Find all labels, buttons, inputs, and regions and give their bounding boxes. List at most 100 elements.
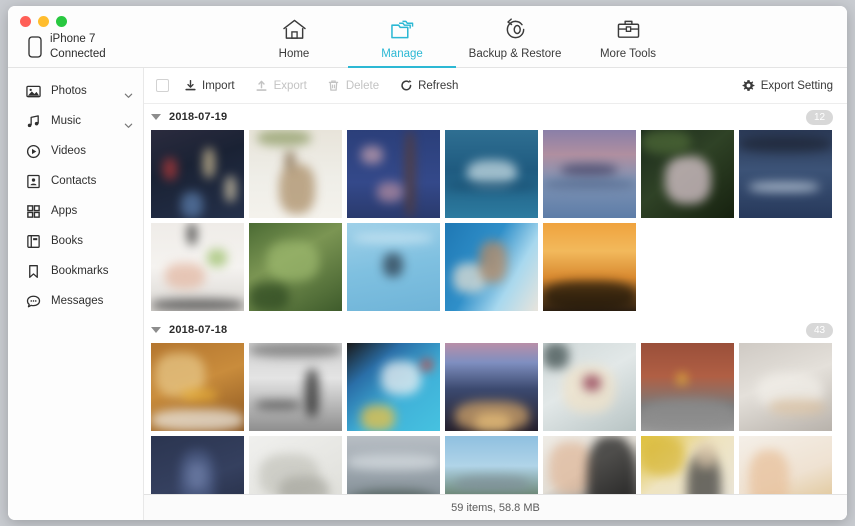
tab-home[interactable]: Home <box>240 6 348 68</box>
photo-thumbnail[interactable] <box>445 130 538 218</box>
photo-thumbnail[interactable] <box>249 130 342 218</box>
photo-detail <box>377 182 403 202</box>
export-label: Export <box>273 79 307 92</box>
sidebar-item-contacts[interactable]: Contacts <box>8 166 143 196</box>
toolbox-icon <box>616 16 641 42</box>
collapse-caret-icon[interactable] <box>151 114 161 120</box>
photo-detail <box>187 462 207 490</box>
photo-detail <box>279 164 315 214</box>
import-button[interactable]: Import <box>183 79 235 93</box>
photo-detail <box>267 241 319 281</box>
refresh-button[interactable]: Refresh <box>399 79 458 93</box>
refresh-label: Refresh <box>418 79 459 92</box>
photo-thumbnail[interactable] <box>347 130 440 218</box>
photo-thumbnail[interactable] <box>739 436 832 494</box>
photo-thumbnail[interactable] <box>151 436 244 494</box>
photo-detail <box>665 156 711 204</box>
photo-thumbnail[interactable] <box>641 343 734 431</box>
photo-thumbnail[interactable] <box>739 343 832 431</box>
tab-manage-label: Manage <box>381 48 423 60</box>
photo-thumbnail[interactable] <box>249 343 342 431</box>
tab-more-tools[interactable]: More Tools <box>574 6 682 68</box>
photo-detail <box>249 283 289 311</box>
sidebar-item-apps[interactable]: Apps <box>8 196 143 226</box>
sidebar-item-books[interactable]: Books <box>8 226 143 256</box>
chevron-down-icon[interactable] <box>124 117 133 128</box>
import-icon <box>183 79 197 93</box>
close-button[interactable] <box>20 16 31 27</box>
photo-detail <box>163 158 177 180</box>
music-icon <box>26 114 41 129</box>
photo-icon <box>26 84 41 99</box>
photo-detail <box>383 253 403 277</box>
tab-home-label: Home <box>278 48 310 60</box>
collapse-caret-icon[interactable] <box>151 327 161 333</box>
content-toolbar: Import Export Delete Refresh Export Sett… <box>144 68 847 104</box>
photo-detail <box>347 490 440 494</box>
export-button[interactable]: Export <box>255 79 307 93</box>
photo-thumbnail[interactable] <box>249 223 342 311</box>
photo-thumbnail[interactable] <box>151 223 244 311</box>
zoom-button[interactable] <box>56 16 67 27</box>
photo-thumbnail[interactable] <box>543 223 636 311</box>
photo-detail <box>587 436 636 494</box>
group-header-2018-07-19[interactable]: 2018-07-19 12 <box>144 104 847 130</box>
photo-detail <box>405 130 415 218</box>
photo-thumbnail[interactable] <box>249 436 342 494</box>
photo-thumbnail[interactable] <box>151 343 244 431</box>
delete-button[interactable]: Delete <box>327 79 379 93</box>
restore-icon <box>503 16 528 42</box>
sidebar-item-bookmarks[interactable]: Bookmarks <box>8 256 143 286</box>
photo-thumbnail[interactable] <box>445 343 538 431</box>
bookmark-icon <box>26 264 41 279</box>
title-bar: iPhone 7 Connected Home Manage Backup & … <box>8 6 847 68</box>
photo-thumbnail[interactable] <box>445 223 538 311</box>
photo-thumbnail[interactable] <box>151 130 244 218</box>
sidebar-item-photos-label: Photos <box>51 85 87 97</box>
photo-detail <box>749 450 789 494</box>
photo-detail <box>181 192 203 218</box>
photo-detail <box>479 241 507 283</box>
photo-thumbnail[interactable] <box>347 223 440 311</box>
photo-detail <box>543 180 636 188</box>
photo-detail <box>353 233 433 243</box>
group-date: 2018-07-18 <box>169 324 228 336</box>
photo-grid-2018-07-18 <box>144 343 847 494</box>
refresh-icon <box>399 79 413 93</box>
sidebar-item-messages[interactable]: Messages <box>8 286 143 316</box>
select-all-checkbox[interactable] <box>156 79 169 92</box>
photo-thumbnail[interactable] <box>739 130 832 218</box>
sidebar-item-contacts-label: Contacts <box>51 175 97 187</box>
photo-thumbnail[interactable] <box>347 436 440 494</box>
photo-thumbnail[interactable] <box>641 130 734 218</box>
tab-backup-restore-label: Backup & Restore <box>468 48 562 60</box>
group-header-2018-07-18[interactable]: 2018-07-18 43 <box>144 317 847 343</box>
video-icon <box>26 144 41 159</box>
photo-thumbnail[interactable] <box>641 436 734 494</box>
minimize-button[interactable] <box>38 16 49 27</box>
sidebar-item-photos[interactable]: Photos <box>8 76 143 106</box>
photo-detail <box>739 136 832 152</box>
export-setting-button[interactable]: Export Setting <box>742 79 833 93</box>
photo-detail <box>361 146 383 164</box>
sidebar-item-music[interactable]: Music <box>8 106 143 136</box>
tab-backup-restore[interactable]: Backup & Restore <box>456 6 574 68</box>
photo-detail <box>421 359 433 371</box>
photo-thumbnail[interactable] <box>543 436 636 494</box>
home-icon <box>282 16 307 42</box>
photo-scroll-area[interactable]: 2018-07-19 12 2018-07-18 43 <box>144 104 847 494</box>
sidebar-item-videos[interactable]: Videos <box>8 136 143 166</box>
photo-thumbnail[interactable] <box>347 343 440 431</box>
group-date: 2018-07-19 <box>169 111 228 123</box>
group-count-badge: 43 <box>806 322 833 338</box>
photo-detail <box>641 436 685 476</box>
photo-grid-2018-07-19 <box>144 130 847 317</box>
photo-thumbnail[interactable] <box>543 130 636 218</box>
photo-thumbnail[interactable] <box>543 343 636 431</box>
tab-manage[interactable]: Manage <box>348 6 456 68</box>
trash-icon <box>327 79 341 93</box>
chevron-down-icon[interactable] <box>124 87 133 98</box>
photo-detail <box>255 401 301 409</box>
photo-thumbnail[interactable] <box>445 436 538 494</box>
sidebar-item-music-label: Music <box>51 115 82 127</box>
